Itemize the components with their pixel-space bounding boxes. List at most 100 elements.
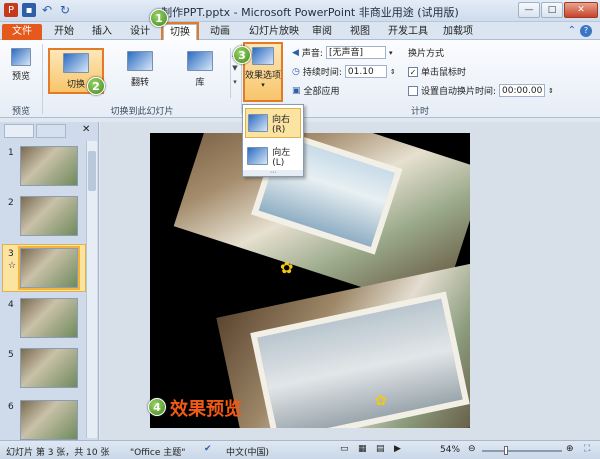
auto-advance-checkbox[interactable] (408, 85, 418, 96)
duration-input[interactable]: 01.10 (344, 65, 387, 78)
minimize-button[interactable]: — (518, 2, 540, 18)
chevron-down-icon: ▾ (261, 81, 265, 89)
spell-check-icon[interactable]: ✔ (204, 444, 212, 454)
status-bar: 幻灯片 第 3 张，共 10 张 "Office 主题" ✔ 中文(中国) ▭ … (0, 440, 600, 459)
window-controls: — □ ✕ (518, 2, 598, 18)
preview-label: 预览 (11, 72, 30, 82)
ribbon-tabs: 文件 开始 插入 设计 切换 动画 幻灯片放映 审阅 视图 开发工具 加载项 ⌃… (0, 22, 600, 42)
more-icon[interactable]: ▾ (233, 78, 237, 86)
effect-options-label: 效果选项 (245, 71, 282, 81)
option-label: 向左(L) (272, 147, 291, 168)
fit-slide-icon[interactable]: ⛶ (584, 444, 590, 454)
transition-item-label: 切换 (66, 80, 85, 90)
current-slide[interactable]: ✿ ✿ (150, 133, 470, 428)
tab-transitions[interactable]: 切换 (161, 22, 199, 42)
save-icon[interactable]: ▪ (22, 3, 36, 17)
flower-icon: ✿ (375, 393, 387, 409)
normal-view-icon[interactable]: ▭ (340, 444, 349, 454)
close-panel-icon[interactable]: ✕ (82, 124, 90, 135)
tab-design[interactable]: 设计 (124, 24, 156, 40)
language[interactable]: 中文(中国) (226, 445, 269, 458)
tab-slideshow[interactable]: 幻灯片放映 (246, 24, 302, 40)
undo-icon[interactable]: ↶ (40, 3, 54, 17)
sound-icon: ◀ (292, 47, 299, 58)
auto-advance-label: 设置自动换片时间: (421, 87, 497, 97)
zoom-slider[interactable] (482, 450, 562, 452)
tab-addins[interactable]: 加载项 (438, 24, 478, 40)
zoom-slider-thumb[interactable] (504, 446, 508, 455)
slide-thumbnail-4[interactable] (20, 298, 78, 338)
option-label: 向右(R) (271, 114, 290, 135)
slide-number: 6 (8, 402, 14, 412)
tab-file[interactable]: 文件 (2, 24, 42, 40)
tab-review[interactable]: 审阅 (306, 24, 338, 40)
clock-icon: ◷ (292, 66, 300, 77)
transition-item-label: 翻转 (130, 78, 149, 88)
duration-row: ◷ 持续时间: 01.10 ⇕ (292, 65, 396, 78)
resize-grip[interactable]: ⋯ (243, 170, 303, 176)
slide-number: 3 (8, 249, 14, 259)
auto-advance-spinner[interactable]: ⇕ (548, 87, 554, 95)
title-bar: P ▪ ↶ ↻ 制作PPT.pptx - Microsoft PowerPoin… (0, 0, 600, 22)
slide-thumbnail-6[interactable] (20, 400, 78, 440)
close-button[interactable]: ✕ (564, 2, 598, 18)
slide-number: 1 (8, 148, 14, 158)
right-arrow-icon (248, 114, 268, 132)
auto-advance-input[interactable]: 00:00.00 (499, 84, 546, 97)
apply-all-button[interactable]: ▣ 全部应用 (292, 84, 340, 98)
slide-thumbnail-5[interactable] (20, 348, 78, 388)
group-preview-label: 预览 (11, 107, 30, 117)
tab-animations[interactable]: 动画 (204, 24, 236, 40)
step-badge-1: 1 (150, 9, 168, 27)
sorter-view-icon[interactable]: ▦ (358, 444, 367, 454)
redo-icon[interactable]: ↻ (58, 3, 72, 17)
tab-home[interactable]: 开始 (48, 24, 80, 40)
zoom-in-icon[interactable]: ⊕ (566, 444, 574, 454)
tab-view[interactable]: 视图 (344, 24, 376, 40)
sound-row: ◀ 声音: [无声音] ▾ (292, 46, 392, 59)
slide-number: 5 (8, 350, 14, 360)
step-badge-2: 2 (87, 77, 105, 95)
tab-developer[interactable]: 开发工具 (384, 24, 432, 40)
zoom-level[interactable]: 54% (440, 445, 460, 455)
slideshow-view-icon[interactable]: ▶ (394, 444, 401, 454)
scroll-thumb[interactable] (88, 151, 96, 191)
sound-select[interactable]: [无声音] (325, 46, 386, 59)
collapse-ribbon-icon[interactable]: ⌃ (568, 25, 576, 36)
on-click-checkbox[interactable]: ✓ (408, 66, 418, 77)
help-icon[interactable]: ? (580, 25, 592, 37)
app-icon[interactable]: P (4, 3, 18, 17)
window-title: 制作PPT.pptx - Microsoft PowerPoint 非商业用途 … (161, 6, 459, 19)
direction-left-option[interactable]: 向左(L) (245, 141, 301, 171)
chevron-down-icon[interactable]: ▾ (389, 49, 393, 57)
preview-icon (11, 48, 31, 66)
tab-insert[interactable]: 插入 (86, 24, 118, 40)
reading-view-icon[interactable]: ▤ (376, 444, 385, 454)
slides-panel: ✕ 1 2 3 ☆ 4 5 6 (0, 122, 99, 440)
effect-options-dropdown: 向右(R) 向左(L) ⋯ (242, 104, 304, 177)
slide-thumbnail-2[interactable] (20, 196, 78, 236)
chevron-down-icon[interactable]: ▼ (232, 64, 237, 72)
outline-tab[interactable] (36, 124, 66, 138)
direction-right-option[interactable]: 向右(R) (245, 108, 301, 138)
photo-children (250, 291, 470, 428)
slides-scrollbar[interactable] (86, 141, 97, 438)
maximize-button[interactable]: □ (541, 2, 563, 18)
slide-thumbnail-3[interactable] (18, 246, 80, 290)
effect-options-icon (252, 47, 274, 65)
apply-all-label: 全部应用 (303, 87, 340, 97)
preview-button[interactable]: 预览 (6, 48, 36, 82)
preview-caption: 效果预览 (170, 399, 242, 420)
transition-flip-button[interactable]: 翻转 (112, 51, 168, 88)
advance-title: 换片方式 (408, 49, 445, 59)
left-arrow-icon (247, 147, 269, 165)
transition-gallery-button[interactable]: 库 (172, 51, 228, 88)
zoom-out-icon[interactable]: ⊖ (468, 444, 476, 454)
theme-name: "Office 主题" (130, 448, 186, 458)
duration-spinner[interactable]: ⇕ (390, 68, 396, 76)
duration-label: 持续时间: (302, 68, 342, 78)
step-badge-3: 3 (233, 46, 251, 64)
slides-tab[interactable] (4, 124, 34, 138)
auto-advance-row: 设置自动换片时间: 00:00.00 ⇕ (408, 84, 554, 97)
slide-thumbnail-1[interactable] (20, 146, 78, 186)
